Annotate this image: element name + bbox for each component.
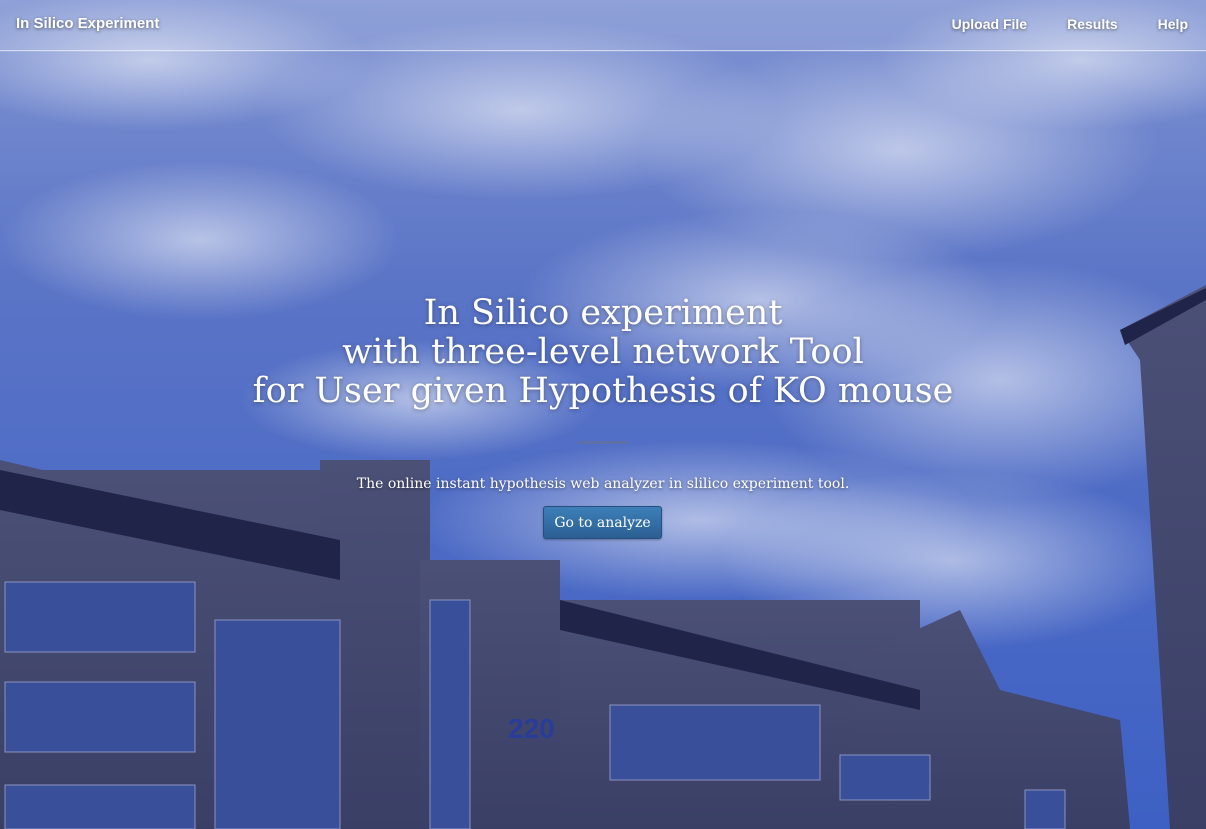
go-to-analyze-button[interactable]: Go to analyze xyxy=(543,506,662,539)
hero-title-line: In Silico experiment xyxy=(423,293,783,333)
hero-subtitle: The online instant hypothesis web analyz… xyxy=(356,476,850,492)
hero-title: In Silico experiment with three-level ne… xyxy=(0,294,1206,411)
nav-link-upload-file[interactable]: Upload File xyxy=(952,16,1027,32)
nav-link-help[interactable]: Help xyxy=(1158,16,1188,32)
hero-title-line: for User given Hypothesis of KO mouse xyxy=(252,371,954,411)
hero-title-line: with three-level network Tool xyxy=(342,332,864,372)
brand-link[interactable]: In Silico Experiment xyxy=(16,15,159,32)
nav-link-results[interactable]: Results xyxy=(1067,16,1118,32)
title-divider xyxy=(578,441,628,444)
hero-background-image: 220 xyxy=(0,0,1206,829)
nav-links: Upload File Results Help xyxy=(952,16,1188,32)
building-number: 220 xyxy=(508,713,555,744)
navbar: In Silico Experiment Upload File Results… xyxy=(0,0,1206,51)
